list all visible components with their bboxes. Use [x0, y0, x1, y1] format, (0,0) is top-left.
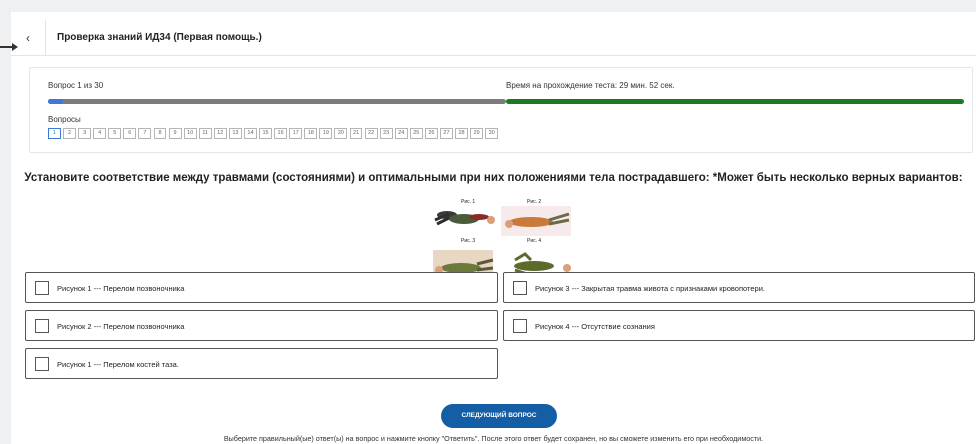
- question-number-30[interactable]: 30: [485, 128, 499, 139]
- question-counter: Вопрос 1 из 30: [48, 81, 104, 90]
- chevron-left-icon: ‹: [26, 31, 30, 45]
- answer-checkbox[interactable]: [513, 319, 527, 333]
- question-text: Установите соответствие между травмами (…: [24, 172, 963, 184]
- top-bar: ‹ Проверка знаний ИД34 (Первая помощь.): [11, 20, 976, 56]
- question-number-14[interactable]: 14: [244, 128, 257, 139]
- question-number-15[interactable]: 15: [259, 128, 272, 139]
- question-number-29[interactable]: 29: [470, 128, 484, 139]
- answer-label: Рисунок 3 --- Закрытая травма живота с п…: [535, 284, 766, 293]
- fig-label-4: Рис. 4: [527, 238, 541, 244]
- answer-label: Рисунок 4 --- Отсутствие сознания: [535, 322, 655, 331]
- question-number-10[interactable]: 10: [183, 128, 197, 139]
- question-number-16[interactable]: 16: [274, 128, 288, 139]
- question-number-6[interactable]: 6: [123, 128, 137, 139]
- question-number-23[interactable]: 23: [379, 128, 393, 139]
- question-number-3[interactable]: 3: [78, 128, 92, 139]
- page-title: Проверка знаний ИД34 (Первая помощь.): [57, 32, 262, 43]
- back-button[interactable]: ‹: [21, 31, 35, 45]
- question-number-list: 1 2 3 4 5 6 7 8 9 10 11 12 13 14 15 16 17 18 19 20 21 22 23 24 2…: [48, 128, 499, 139]
- question-progress-bar: [48, 99, 506, 104]
- question-number-28[interactable]: 28: [455, 128, 468, 139]
- answer-option[interactable]: Рисунок 3 --- Закрытая травма живота с п…: [503, 272, 975, 303]
- question-number-12[interactable]: 12: [213, 128, 227, 139]
- question-number-17[interactable]: 17: [289, 128, 303, 139]
- answer-option[interactable]: Рисунок 2 --- Перелом позвоночника: [25, 310, 498, 341]
- question-number-22[interactable]: 22: [364, 128, 378, 139]
- question-number-18[interactable]: 18: [304, 128, 318, 139]
- question-number-13[interactable]: 13: [228, 128, 242, 139]
- answer-checkbox[interactable]: [513, 281, 527, 295]
- timer-progress-bar: [506, 99, 964, 104]
- question-number-11[interactable]: 11: [198, 128, 212, 139]
- question-number-21[interactable]: 21: [349, 128, 363, 139]
- timer-text: Время на прохождение теста: 29 мин. 52 с…: [506, 81, 675, 90]
- figure-2-person: [501, 206, 571, 236]
- question-number-26[interactable]: 26: [424, 128, 438, 139]
- question-number-5[interactable]: 5: [108, 128, 122, 139]
- question-number-7[interactable]: 7: [138, 128, 152, 139]
- mouse-cursor-icon: [0, 43, 18, 51]
- answer-option[interactable]: Рисунок 1 --- Перелом позвоночника: [25, 272, 498, 303]
- answer-options: Рисунок 1 --- Перелом позвоночника Рисун…: [25, 272, 975, 382]
- question-number-9[interactable]: 9: [168, 128, 182, 139]
- answer-label: Рисунок 1 --- Перелом позвоночника: [57, 284, 185, 293]
- test-page: ‹ Проверка знаний ИД34 (Первая помощь.) …: [11, 12, 976, 444]
- answer-option[interactable]: Рисунок 1 --- Перелом костей таза.: [25, 348, 498, 379]
- question-number-2[interactable]: 2: [63, 128, 76, 139]
- question-progress-fill: [48, 99, 64, 104]
- answer-checkbox[interactable]: [35, 357, 49, 371]
- question-number-8[interactable]: 8: [153, 128, 167, 139]
- next-question-button[interactable]: СЛЕДУЮЩИЙ ВОПРОС: [441, 404, 557, 428]
- question-number-25[interactable]: 25: [409, 128, 423, 139]
- questions-label: Вопросы: [48, 115, 81, 124]
- fig-label-1: Рис. 1: [461, 199, 475, 205]
- question-number-1[interactable]: 1: [48, 128, 61, 139]
- fig-label-2: Рис. 2: [527, 199, 541, 205]
- answer-checkbox[interactable]: [35, 319, 49, 333]
- question-illustration: Рис. 1 Рис. 2 Рис. 3 Рис. 4: [419, 198, 579, 280]
- answer-checkbox[interactable]: [35, 281, 49, 295]
- answer-label: Рисунок 1 --- Перелом костей таза.: [57, 360, 179, 369]
- question-number-27[interactable]: 27: [440, 128, 453, 139]
- instruction-hint: Выберите правильный(ые) ответ(ы) на вопр…: [223, 434, 764, 443]
- question-number-24[interactable]: 24: [394, 128, 408, 139]
- answer-label: Рисунок 2 --- Перелом позвоночника: [57, 322, 185, 331]
- divider: [45, 20, 46, 56]
- answer-option[interactable]: Рисунок 4 --- Отсутствие сознания: [503, 310, 975, 341]
- fig-label-3: Рис. 3: [461, 238, 475, 244]
- test-info-panel: Вопрос 1 из 30 Время на прохождение тест…: [29, 67, 973, 153]
- question-number-19[interactable]: 19: [319, 128, 333, 139]
- question-number-20[interactable]: 20: [334, 128, 348, 139]
- question-number-4[interactable]: 4: [93, 128, 107, 139]
